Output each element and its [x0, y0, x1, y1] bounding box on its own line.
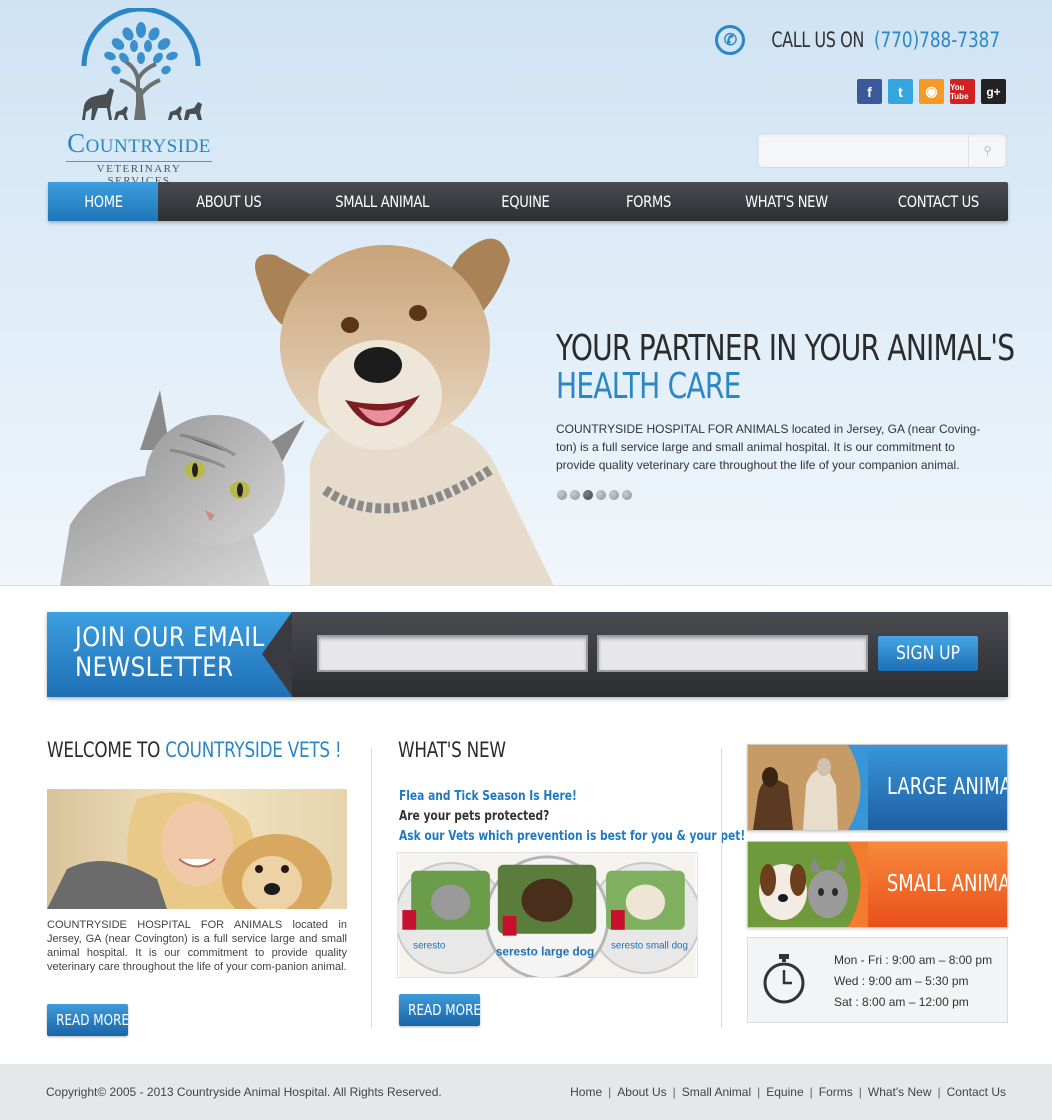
- column-divider: [371, 748, 372, 1028]
- footer-link-small-animal[interactable]: Small Animal: [682, 1085, 751, 1099]
- newsletter-arrow: [262, 612, 292, 696]
- nav-whats-new[interactable]: WHAT'S NEW: [726, 182, 846, 221]
- hours-wednesday: Wed : 9:00 am – 5:30 pm: [834, 974, 969, 988]
- youtube-icon[interactable]: You Tube: [950, 79, 975, 104]
- footer-links: Home | About Us | Small Animal | Equine | Fo…: [570, 1085, 1006, 1099]
- small-animal-label: SMALL ANIMAL: [886, 871, 1008, 897]
- whats-new-headline[interactable]: Flea and Tick Season Is Here!: [399, 789, 577, 804]
- phone-icon: ✆: [715, 25, 746, 55]
- slider-dot[interactable]: [557, 490, 567, 500]
- search-button[interactable]: ⚲: [968, 134, 1006, 167]
- hero-description: COUNTRYSIDE HOSPITAL FOR ANIMALS located…: [556, 422, 981, 472]
- nav-forms[interactable]: FORMS: [604, 182, 692, 221]
- footer-link-equine[interactable]: Equine: [766, 1085, 803, 1099]
- copyright: Copyright© 2005 - 2013 Countryside Anima…: [46, 1085, 442, 1099]
- slider-dot[interactable]: [609, 490, 619, 500]
- seresto-collar-image: seresto seresto large dog seresto small …: [397, 852, 698, 978]
- nav-contact-us[interactable]: CONTACT US: [880, 182, 996, 221]
- hours-weekday: Mon - Fri : 9:00 am – 8:00 pm: [834, 953, 993, 967]
- search-box: ⚲: [757, 133, 1007, 168]
- hero-cat-dog-image: [60, 238, 554, 586]
- woman-with-dog-image: [47, 789, 347, 909]
- hours-saturday: Sat : 8:00 am – 12:00 pm: [834, 995, 969, 1009]
- brand-name: Countryside: [67, 128, 211, 158]
- welcome-read-more-button[interactable]: READ MORE: [47, 1004, 129, 1036]
- search-input[interactable]: [764, 139, 964, 162]
- large-animal-link[interactable]: LARGE ANIMAL: [747, 744, 1008, 831]
- nav-equine[interactable]: EQUINE: [480, 182, 570, 221]
- puppy-kitten-image: [748, 842, 868, 927]
- footer-link-whats-new[interactable]: What's New: [868, 1085, 932, 1099]
- slider-dot[interactable]: [596, 490, 606, 500]
- logo[interactable]: Countryside VETERINARY SERVICES: [46, 8, 232, 187]
- whats-new-title: WHAT'S NEW: [398, 738, 506, 762]
- googleplus-icon[interactable]: g+: [981, 79, 1006, 104]
- signup-button[interactable]: SIGN UP: [878, 636, 978, 671]
- nav-home[interactable]: HOME: [48, 182, 158, 221]
- main-nav: HOME ABOUT US SMALL ANIMAL EQUINE FORMS …: [48, 182, 1008, 221]
- whats-new-read-more-button[interactable]: READ MORE: [399, 994, 481, 1026]
- large-animal-label: LARGE ANIMAL: [887, 774, 1007, 800]
- twitter-icon[interactable]: t: [888, 79, 913, 104]
- column-divider: [721, 748, 722, 1028]
- whats-new-cta-text: Ask our Vets which prevention is best fo…: [399, 829, 746, 844]
- slider-dot[interactable]: [622, 490, 632, 500]
- footer: Copyright© 2005 - 2013 Countryside Anima…: [0, 1064, 1052, 1120]
- footer-link-about-us[interactable]: About Us: [617, 1085, 666, 1099]
- newsletter-title: JOIN OUR EMAIL NEWSLETTER: [75, 622, 265, 683]
- hero-title-line1: YOUR PARTNER IN YOUR ANIMAL'S: [556, 328, 1015, 369]
- seresto-label-1: seresto: [413, 940, 446, 951]
- office-hours: Mon - Fri : 9:00 am – 8:00 pm Wed : 9:00…: [747, 937, 1008, 1023]
- welcome-title: WELCOME TO COUNTRYSIDE VETS !: [47, 738, 342, 762]
- small-animal-link[interactable]: SMALL ANIMAL: [747, 841, 1008, 928]
- facebook-icon[interactable]: f: [857, 79, 882, 104]
- footer-link-forms[interactable]: Forms: [819, 1085, 853, 1099]
- seresto-label-2: seresto large dog: [496, 944, 594, 958]
- hero-title-line2: HEALTH CARE: [556, 366, 741, 407]
- footer-link-home[interactable]: Home: [570, 1085, 602, 1099]
- newsletter-name-input[interactable]: [317, 635, 588, 672]
- slider-dot-active[interactable]: [583, 490, 593, 500]
- call-us: ✆ CALL US ON (770)788-7387: [715, 24, 1008, 56]
- clock-icon: [763, 954, 805, 1004]
- nav-small-animal[interactable]: SMALL ANIMAL: [316, 182, 448, 221]
- whats-new-question: Are your pets protected?: [399, 809, 550, 824]
- rss-icon[interactable]: ◉: [919, 79, 944, 104]
- search-icon: ⚲: [983, 145, 992, 157]
- nav-about-us[interactable]: ABOUT US: [176, 182, 282, 221]
- seresto-label-3: seresto small dog: [611, 940, 688, 951]
- slider-dot[interactable]: [570, 490, 580, 500]
- phone-number[interactable]: (770)788-7387: [874, 28, 1000, 52]
- newsletter-bar: JOIN OUR EMAIL NEWSLETTER SIGN UP: [47, 612, 1008, 697]
- welcome-text: COUNTRYSIDE HOSPITAL FOR ANIMALS located…: [47, 919, 347, 973]
- tree-logo-icon: [81, 8, 202, 120]
- slider-dots: [557, 490, 632, 500]
- newsletter-email-input[interactable]: [597, 635, 868, 672]
- footer-link-contact-us[interactable]: Contact Us: [947, 1085, 1006, 1099]
- social-links: f t ◉ You Tube g+: [857, 79, 1006, 104]
- call-label: CALL US ON: [771, 28, 865, 52]
- horse-goat-image: [748, 745, 868, 830]
